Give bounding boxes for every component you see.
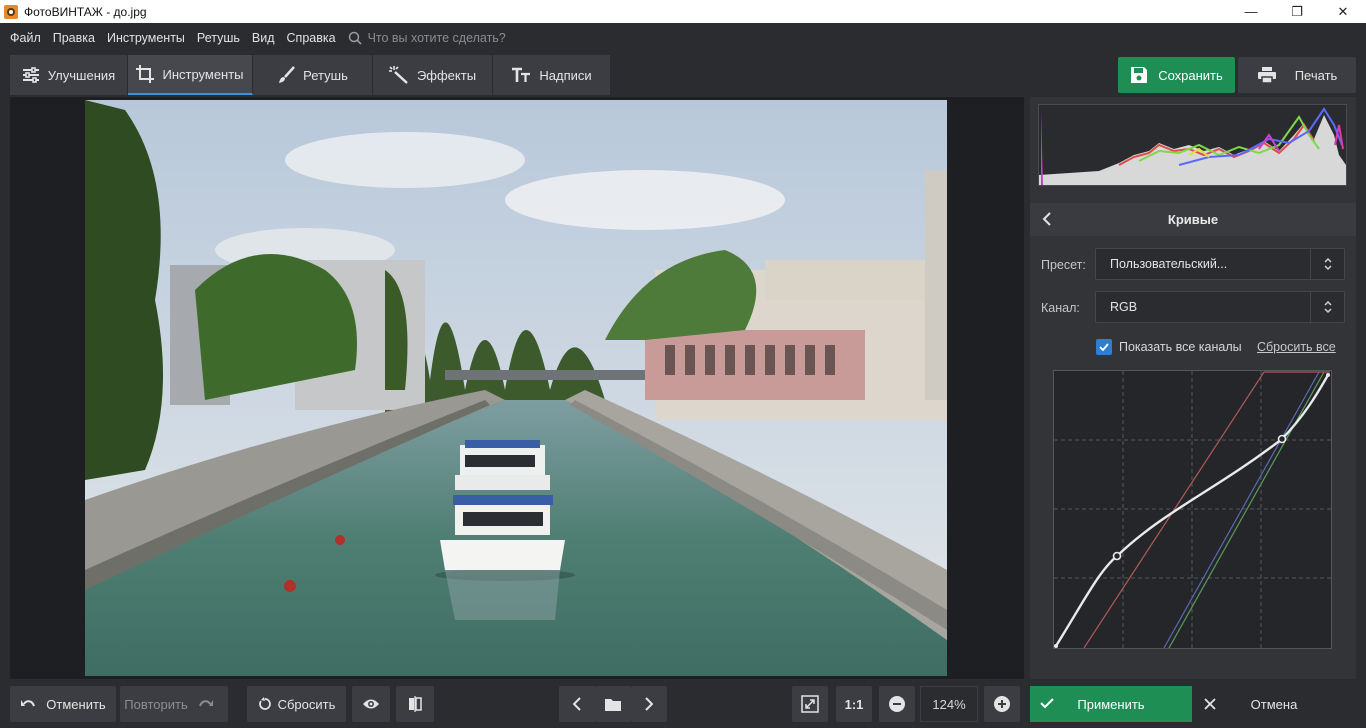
print-button[interactable]: Печать <box>1238 57 1356 93</box>
tab-label: Инструменты <box>162 66 244 82</box>
window-title: ФотоВИНТАЖ - до.jpg <box>24 4 147 19</box>
checkmark-icon <box>1099 343 1109 351</box>
save-button[interactable]: Сохранить <box>1118 57 1235 93</box>
crop-icon <box>136 65 155 83</box>
window-controls: — ❐ ✕ <box>1228 0 1366 23</box>
back-arrow-icon[interactable] <box>1042 211 1052 227</box>
menu-bar: Файл Правка Инструменты Ретушь Вид Справ… <box>0 23 1366 53</box>
zoom-value[interactable]: 124% <box>920 686 978 722</box>
curve-point[interactable] <box>1277 434 1287 444</box>
zoom-in-button[interactable] <box>984 686 1020 722</box>
plus-circle-icon <box>994 696 1010 712</box>
channel-value: RGB <box>1110 300 1138 314</box>
tab-enhancements[interactable]: Улучшения <box>10 55 128 95</box>
compare-icon <box>409 696 422 712</box>
channel-label: Канал: <box>1041 301 1080 315</box>
close-icon <box>1204 698 1216 710</box>
preset-label: Пресет: <box>1041 258 1086 272</box>
app-icon <box>4 4 18 19</box>
previous-image-button[interactable] <box>559 686 595 722</box>
eye-icon <box>363 699 379 709</box>
blue-channel-curve <box>1163 371 1320 649</box>
print-label: Печать <box>1294 67 1338 83</box>
undo-button[interactable]: Отменить <box>10 686 116 722</box>
sliders-icon <box>22 67 39 83</box>
curves-graph <box>1054 371 1331 649</box>
search-icon <box>348 31 362 45</box>
updown-arrows-icon <box>1310 249 1344 279</box>
open-folder-button[interactable] <box>595 686 631 722</box>
undo-label: Отменить <box>46 696 106 712</box>
chevron-left-icon <box>573 697 581 711</box>
apply-button[interactable]: Применить <box>1030 686 1192 722</box>
minus-circle-icon <box>889 696 905 712</box>
channel-select[interactable]: RGB <box>1095 291 1345 323</box>
photo-canvas[interactable] <box>85 100 947 676</box>
show-all-channels-label[interactable]: Показать все каналы <box>1119 340 1242 354</box>
magic-wand-icon <box>388 66 408 84</box>
tab-tools[interactable]: Инструменты <box>128 55 253 95</box>
red-channel-curve <box>1083 371 1265 649</box>
cancel-label: Отмена <box>1250 696 1298 712</box>
minimize-button[interactable]: — <box>1228 0 1274 23</box>
zoom-out-button[interactable] <box>879 686 915 722</box>
histogram-graph <box>1039 107 1346 185</box>
next-image-button[interactable] <box>631 686 667 722</box>
redo-button[interactable]: Повторить <box>120 686 228 722</box>
curves-editor[interactable] <box>1053 370 1332 649</box>
menu-help[interactable]: Справка <box>287 31 336 45</box>
tab-captions[interactable]: Надписи <box>493 55 611 95</box>
preview-button[interactable] <box>352 686 390 722</box>
close-button[interactable]: ✕ <box>1320 0 1366 23</box>
fit-screen-icon <box>801 695 819 713</box>
save-label: Сохранить <box>1158 67 1223 83</box>
reset-button[interactable]: Сбросить <box>247 686 346 722</box>
save-icon <box>1131 67 1148 83</box>
canal-photo <box>85 100 947 676</box>
preset-value: Пользовательский... <box>1110 257 1228 271</box>
menu-edit[interactable]: Правка <box>53 31 95 45</box>
cancel-button[interactable]: Отмена <box>1192 686 1356 722</box>
zoom-1to1-button[interactable]: 1:1 <box>836 686 872 722</box>
tab-retouch[interactable]: Ретушь <box>253 55 373 95</box>
menu-retouch[interactable]: Ретушь <box>197 31 240 45</box>
tab-label: Ретушь <box>303 67 348 83</box>
folder-icon <box>605 698 621 711</box>
text-icon <box>512 67 531 82</box>
tab-label: Надписи <box>539 67 592 83</box>
show-all-channels-checkbox[interactable] <box>1096 339 1112 355</box>
chevron-right-icon <box>645 697 653 711</box>
menu-file[interactable]: Файл <box>10 31 41 45</box>
brush-icon <box>279 66 296 83</box>
reset-icon <box>258 697 271 710</box>
main-tabs: Улучшения Инструменты Ретушь Эффекты Над… <box>10 55 611 95</box>
reset-all-link[interactable]: Сбросить все <box>1257 340 1336 354</box>
printer-icon <box>1257 67 1276 84</box>
tab-label: Эффекты <box>416 67 477 83</box>
title-bar: ФотоВИНТАЖ - до.jpg — ❐ ✕ <box>0 0 1366 23</box>
menu-search[interactable]: Что вы хотите сделать? <box>348 31 506 45</box>
compare-button[interactable] <box>396 686 434 722</box>
fit-to-screen-button[interactable] <box>792 686 828 722</box>
search-placeholder: Что вы хотите сделать? <box>367 31 506 45</box>
curves-title: Кривые <box>1167 212 1219 227</box>
undo-icon <box>21 700 36 707</box>
redo-label: Повторить <box>124 696 188 712</box>
curve-point[interactable] <box>1112 551 1122 561</box>
apply-label: Применить <box>1077 696 1145 712</box>
menu-tools[interactable]: Инструменты <box>107 31 185 45</box>
curves-panel-header: Кривые <box>1030 203 1356 236</box>
menu-view[interactable]: Вид <box>252 31 275 45</box>
histogram <box>1038 104 1347 186</box>
tab-effects[interactable]: Эффекты <box>373 55 493 95</box>
checkmark-icon <box>1040 698 1054 709</box>
maximize-button[interactable]: ❐ <box>1274 0 1320 23</box>
updown-arrows-icon <box>1310 292 1344 322</box>
tab-label: Улучшения <box>47 67 116 83</box>
reset-label: Сбросить <box>277 696 336 712</box>
redo-icon <box>198 700 213 707</box>
curve-endpoint[interactable] <box>1054 644 1058 648</box>
preset-select[interactable]: Пользовательский... <box>1095 248 1345 280</box>
curve-endpoint[interactable] <box>1326 373 1330 377</box>
